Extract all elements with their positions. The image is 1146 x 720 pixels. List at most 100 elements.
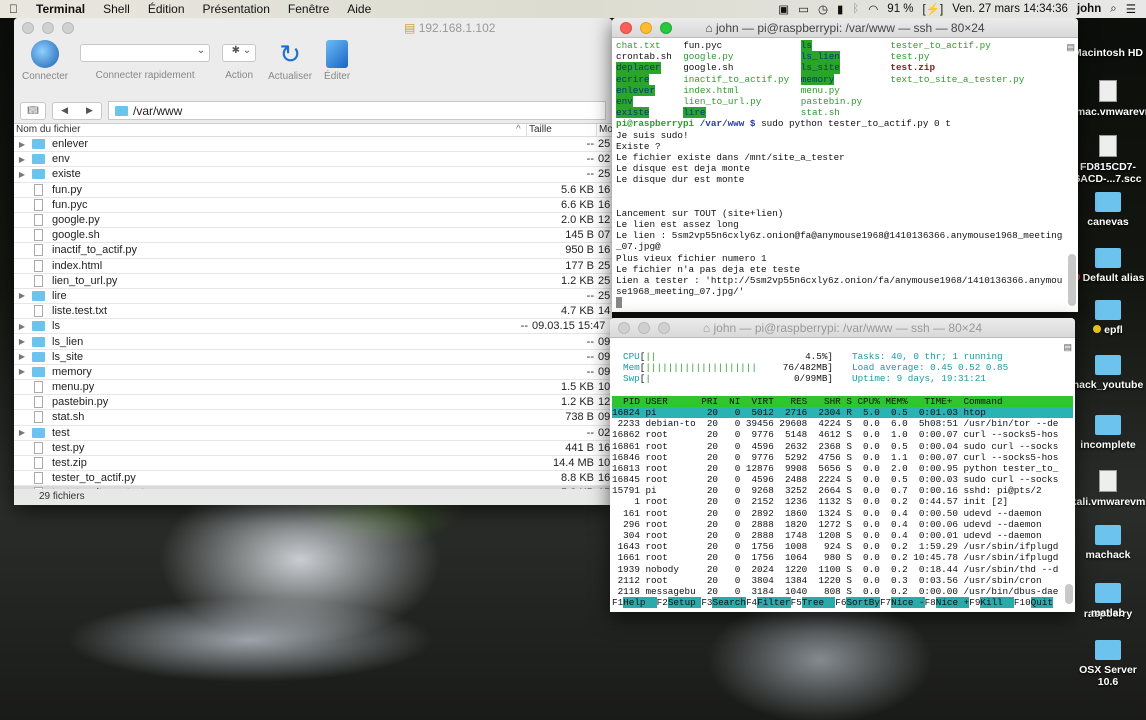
disclosure-triangle-icon[interactable]: ▶ [14, 170, 30, 179]
menu-presentation[interactable]: Présentation [194, 2, 279, 16]
file-row[interactable]: google.sh 145 B 07 [14, 228, 612, 244]
fkey-filter[interactable]: Filter [757, 597, 791, 609]
process-row[interactable]: 2112 root 20 0 3804 1384 1220 S 0.0 0.3 … [612, 575, 1073, 586]
terminal2-title-bar[interactable]: ⌂ john — pi@raspberrypi: /var/www — ssh … [610, 318, 1075, 338]
user-name[interactable]: john [1077, 3, 1101, 15]
desktop-item[interactable]: kali.vmwarevm [1070, 470, 1146, 508]
disclosure-triangle-icon[interactable]: ▶ [14, 155, 30, 164]
fkey-quit[interactable]: Quit [1030, 597, 1053, 609]
path-field[interactable]: /var/www [108, 101, 606, 120]
file-row[interactable]: ▶ existe -- 25 [14, 167, 612, 183]
gear-icon[interactable]: ✱ ⌄ [222, 44, 257, 62]
close-button[interactable] [618, 321, 630, 334]
file-row[interactable]: menu.py 1.5 KB 10 [14, 380, 612, 396]
fkey-sortby[interactable]: SortBy [846, 597, 880, 609]
process-row[interactable]: 2233 debian-to 20 0 39456 29608 4224 S 0… [612, 418, 1073, 429]
process-header[interactable]: PID USER PRI NI VIRT RES SHR S CPU% MEM%… [612, 395, 1073, 407]
close-button[interactable] [620, 21, 632, 34]
process-row[interactable]: 16845 root 20 0 4596 2488 2224 S 0.0 0.5… [612, 474, 1073, 485]
scroll-menu-icon[interactable]: ▤ [1063, 342, 1072, 353]
process-row[interactable]: 16813 root 20 0 12876 9908 5656 S 0.0 2.… [612, 463, 1073, 474]
wifi-icon[interactable]: ◠ [868, 2, 878, 16]
disclosure-triangle-icon[interactable]: ▶ [14, 140, 30, 149]
fkey-setup[interactable]: Setup [667, 597, 702, 609]
file-row[interactable]: ▶ lire -- 25 [14, 289, 612, 305]
file-row[interactable]: fun.py 5.6 KB 16 [14, 183, 612, 198]
fkey-search[interactable]: Search [712, 597, 746, 609]
process-row[interactable]: 1661 root 20 0 1756 1064 980 S 0.0 0.2 1… [612, 552, 1073, 563]
disclosure-triangle-icon[interactable]: ▶ [14, 428, 30, 437]
battery-app-icon[interactable]: ▮ [837, 2, 843, 16]
process-row[interactable]: 16824 pi 20 0 5012 2716 2304 R 5.0 0.5 0… [612, 406, 1073, 419]
bluetooth-icon[interactable]: ᛒ [852, 3, 859, 15]
file-row[interactable]: tester_to_actif.py 8.8 KB 16 [14, 471, 612, 487]
process-row[interactable]: 161 root 20 0 2892 1860 1324 S 0.0 0.4 0… [612, 508, 1073, 519]
desktop-item[interactable]: OSX Server 10.6 [1070, 640, 1146, 688]
file-row[interactable]: ▶ memory -- 09 [14, 365, 612, 380]
terminal1-content[interactable]: chat.txt fun.pyc ls tester_to_actif.py cront… [612, 38, 1078, 311]
spotlight-icon[interactable]: ⌕ [1110, 3, 1116, 16]
file-row[interactable]: ▶ enlever -- 25 [14, 137, 612, 153]
forward-button[interactable]: ▶ [86, 105, 93, 116]
process-row[interactable]: 16861 root 20 0 4596 2632 2368 S 0.0 0.5… [612, 441, 1073, 452]
file-row[interactable]: liste.test.txt 4.7 KB 14 [14, 304, 612, 320]
fkey-kill[interactable]: Kill [980, 597, 1014, 609]
process-row[interactable]: 2118 messagebu 20 0 3184 1040 808 S 0.0 … [612, 586, 1073, 597]
fkey-tree[interactable]: Tree [801, 597, 836, 609]
apple-menu-icon[interactable]:  [0, 2, 27, 16]
airplay-icon[interactable]: ▭ [798, 2, 809, 16]
file-row[interactable]: ▶ ls_site -- 09 [14, 350, 612, 365]
file-row[interactable]: ▶ ls_lien -- 09 [14, 334, 612, 350]
scrollbar[interactable] [1065, 584, 1073, 604]
file-row[interactable]: test.py 441 B 16 [14, 441, 612, 456]
menu-app-name[interactable]: Terminal [27, 2, 94, 16]
fkey-help[interactable]: Help [623, 597, 657, 609]
file-row[interactable]: pastebin.py 1.2 KB 12 [14, 395, 612, 411]
file-row[interactable]: ▶ test -- 02 [14, 426, 612, 441]
zoom-button[interactable] [62, 22, 74, 34]
desktop-item[interactable]: machack [1070, 525, 1146, 561]
disclosure-triangle-icon[interactable]: ▶ [14, 367, 30, 376]
back-button[interactable]: ◀ [61, 105, 68, 116]
terminal1-title-bar[interactable]: ⌂ john — pi@raspberrypi: /var/www — ssh … [612, 18, 1078, 38]
column-modified[interactable]: Mo [596, 124, 612, 136]
desktop-item[interactable]: Default alias [1070, 248, 1146, 284]
menu-aide[interactable]: Aide [338, 2, 380, 16]
process-row[interactable]: 16846 root 20 0 9776 5292 4756 S 0.0 1.1… [612, 452, 1073, 463]
column-size[interactable]: Taille [526, 124, 596, 136]
zoom-button[interactable] [658, 321, 670, 334]
disclosure-triangle-icon[interactable]: ▶ [14, 291, 30, 300]
process-row[interactable]: 1 root 20 0 2152 1236 1132 S 0.0 0.2 0:4… [612, 496, 1073, 507]
fkey-nice[interactable]: Nice + [935, 597, 970, 609]
process-row[interactable]: 1939 nobody 20 0 2024 1220 1100 S 0.0 0.… [612, 564, 1073, 575]
process-row[interactable]: 16862 root 20 0 9776 5148 4612 S 0.0 1.0… [612, 429, 1073, 440]
minimize-button[interactable] [42, 22, 54, 34]
process-row[interactable]: 304 root 20 0 2888 1748 1208 S 0.0 0.4 0… [612, 530, 1073, 541]
file-row[interactable]: lien_to_url.py 1.2 KB 25 [14, 274, 612, 289]
disclosure-triangle-icon[interactable]: ▶ [14, 322, 30, 331]
process-row[interactable]: 1643 root 20 0 1756 1008 924 S 0.0 0.2 1… [612, 541, 1073, 552]
column-name[interactable]: Nom du fichier [14, 124, 514, 136]
time-machine-icon[interactable]: ◷ [818, 2, 828, 16]
file-row[interactable]: fun.pyc 6.6 KB 16 [14, 198, 612, 213]
disclosure-triangle-icon[interactable]: ▶ [14, 352, 30, 361]
desktop-item[interactable]: canevas [1070, 192, 1146, 228]
desktop-item[interactable]: FD815CD7-6ACD-...7.scc [1070, 135, 1146, 185]
file-row[interactable]: ▶ env -- 02 [14, 152, 612, 168]
desktop-item[interactable]: Macintosh HD [1070, 47, 1146, 59]
menu-edition[interactable]: Édition [139, 2, 194, 16]
clock[interactable]: Ven. 27 mars 14:34:36 [952, 3, 1068, 15]
refresh-button[interactable]: ↻ Actualiser [268, 40, 312, 82]
bookmarks-button[interactable]: 📖︎ [20, 101, 46, 120]
screen-record-icon[interactable]: ▣ [778, 2, 789, 16]
notification-center-icon[interactable]: ☰ [1126, 2, 1136, 16]
ftp-title-bar[interactable]: ▤ 192.168.1.102 [14, 18, 612, 38]
close-button[interactable] [22, 22, 34, 34]
scroll-menu-icon[interactable]: ▤ [1066, 42, 1075, 53]
connect-button[interactable]: Connecter [22, 40, 68, 82]
action-button[interactable]: ✱ ⌄ Action [222, 40, 257, 81]
file-row[interactable]: google.py 2.0 KB 12 [14, 213, 612, 229]
file-row[interactable]: inactif_to_actif.py 950 B 16 [14, 243, 612, 259]
menu-fenetre[interactable]: Fenêtre [279, 2, 338, 16]
desktop-item[interactable]: epfl [1070, 300, 1146, 336]
